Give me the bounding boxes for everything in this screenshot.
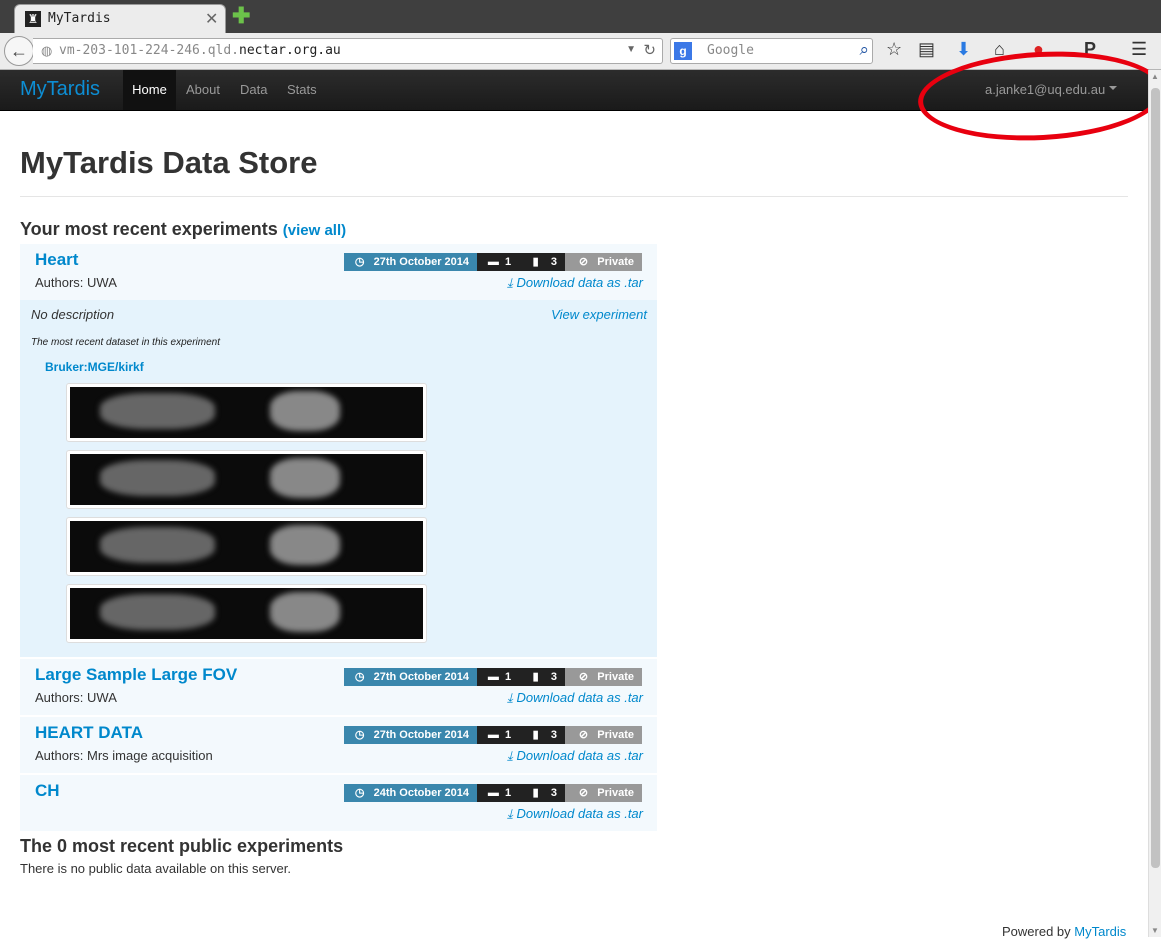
date-badge: ◷ 24th October 2014 bbox=[344, 784, 477, 802]
recent-experiments-heading: Your most recent experiments (view all) bbox=[20, 219, 347, 239]
menu-icon[interactable]: ☰ bbox=[1131, 39, 1147, 60]
divider bbox=[20, 196, 1128, 197]
download-tar-link[interactable]: ⤓ Download data as .tar bbox=[507, 690, 643, 706]
dataset-thumbnail[interactable] bbox=[66, 450, 427, 509]
experiment-item: Heart Authors: UWA ◷ 27th October 2014 ▬… bbox=[20, 244, 657, 300]
file-count-badge: ▮ 3 bbox=[522, 253, 565, 271]
globe-icon: ◍ bbox=[41, 43, 53, 58]
download-icon[interactable]: ⬇ bbox=[956, 39, 971, 60]
dataset-count-badge: ▬ 1 bbox=[477, 668, 522, 686]
dataset-count-badge: ▬ 1 bbox=[477, 253, 522, 271]
search-icon[interactable]: ⌕ bbox=[859, 40, 869, 60]
date-badge: ◷ 27th October 2014 bbox=[344, 253, 477, 271]
experiment-title[interactable]: HEART DATA bbox=[35, 723, 143, 743]
brand-logo[interactable]: MyTardis bbox=[20, 78, 100, 101]
dataset-thumbnail[interactable] bbox=[66, 584, 427, 643]
experiment-badges: ◷ 27th October 2014 ▬ 1 ▮ 3 ⊘ Private bbox=[344, 668, 642, 686]
dataset-count-badge: ▬ 1 bbox=[477, 784, 522, 802]
nav-stats[interactable]: Stats bbox=[287, 82, 317, 97]
experiment-item: CH ◷ 24th October 2014 ▬ 1 ▮ 3 ⊘ Private… bbox=[20, 775, 657, 831]
private-badge: ⊘ Private bbox=[565, 784, 642, 802]
tardis-favicon-icon: ♜ bbox=[25, 11, 41, 27]
experiment-authors: Authors: UWA bbox=[35, 690, 117, 705]
search-placeholder: Google bbox=[707, 43, 754, 58]
public-experiments-heading: The 0 most recent public experiments bbox=[20, 836, 344, 856]
scroll-down-icon[interactable]: ▼ bbox=[1151, 926, 1159, 935]
download-tar-link[interactable]: ⤓ Download data as .tar bbox=[507, 748, 643, 764]
bookmark-star-icon[interactable]: ☆ bbox=[886, 39, 902, 60]
scroll-up-icon[interactable]: ▲ bbox=[1151, 72, 1159, 81]
view-experiment-link[interactable]: View experiment bbox=[551, 307, 647, 322]
new-tab-icon[interactable]: ✚ bbox=[232, 3, 250, 29]
experiment-title[interactable]: Heart bbox=[35, 250, 78, 270]
reading-list-icon[interactable]: ▤ bbox=[918, 39, 935, 60]
back-button[interactable]: ← bbox=[4, 36, 34, 66]
reload-icon[interactable]: ↻ bbox=[643, 41, 656, 59]
experiment-authors: Authors: Mrs image acquisition bbox=[35, 748, 213, 763]
tab-title: MyTardis bbox=[48, 11, 111, 26]
scroll-thumb[interactable] bbox=[1151, 88, 1160, 868]
download-tar-link[interactable]: ⤓ Download data as .tar bbox=[507, 275, 643, 291]
experiment-item: HEART DATA Authors: Mrs image acquisitio… bbox=[20, 717, 657, 773]
experiment-title[interactable]: Large Sample Large FOV bbox=[35, 665, 237, 685]
close-tab-icon[interactable]: ✕ bbox=[205, 9, 218, 29]
dataset-count-badge: ▬ 1 bbox=[477, 726, 522, 744]
view-all-link[interactable]: (view all) bbox=[283, 222, 346, 239]
url-text: vm-203-101-224-246.qld.nectar.org.au bbox=[59, 43, 341, 58]
experiment-authors: Authors: UWA bbox=[35, 275, 117, 290]
private-badge: ⊘ Private bbox=[565, 726, 642, 744]
browser-tab-bar: ♜ MyTardis ✕ ✚ bbox=[0, 0, 1161, 33]
search-bar[interactable]: g Google ⌕ bbox=[670, 38, 873, 64]
public-experiments-text: There is no public data available on thi… bbox=[20, 861, 291, 876]
private-badge: ⊘ Private bbox=[565, 253, 642, 271]
nav-home[interactable]: Home bbox=[123, 70, 176, 110]
dataset-thumbnail[interactable] bbox=[66, 517, 427, 576]
private-badge: ⊘ Private bbox=[565, 668, 642, 686]
nav-data[interactable]: Data bbox=[240, 82, 267, 97]
dataset-thumbnail[interactable] bbox=[66, 383, 427, 442]
experiment-badges: ◷ 27th October 2014 ▬ 1 ▮ 3 ⊘ Private bbox=[344, 253, 642, 271]
description-text: No description bbox=[31, 307, 115, 322]
date-badge: ◷ 27th October 2014 bbox=[344, 726, 477, 744]
browser-tab[interactable]: ♜ MyTardis ✕ bbox=[14, 4, 226, 33]
experiment-title[interactable]: CH bbox=[35, 781, 60, 801]
date-badge: ◷ 27th October 2014 bbox=[344, 668, 477, 686]
recent-dataset-label: The most recent dataset in this experime… bbox=[31, 337, 220, 348]
google-icon[interactable]: g bbox=[674, 42, 692, 60]
experiment-item: Large Sample Large FOV Authors: UWA ◷ 27… bbox=[20, 659, 657, 715]
experiment-badges: ◷ 27th October 2014 ▬ 1 ▮ 3 ⊘ Private bbox=[344, 726, 642, 744]
scrollbar[interactable]: ▲ ▼ bbox=[1148, 70, 1161, 937]
download-tar-link[interactable]: ⤓ Download data as .tar bbox=[507, 806, 643, 822]
file-count-badge: ▮ 3 bbox=[522, 726, 565, 744]
experiment-badges: ◷ 24th October 2014 ▬ 1 ▮ 3 ⊘ Private bbox=[344, 784, 642, 802]
url-bar[interactable]: ◍ vm-203-101-224-246.qld.nectar.org.au ▼… bbox=[33, 38, 663, 64]
experiment-detail-panel: No description View experiment The most … bbox=[20, 300, 657, 657]
file-count-badge: ▮ 3 bbox=[522, 784, 565, 802]
page-title: MyTardis Data Store bbox=[20, 145, 318, 180]
dataset-link[interactable]: Bruker:MGE/kirkf bbox=[45, 360, 144, 374]
nav-about[interactable]: About bbox=[186, 82, 220, 97]
file-count-badge: ▮ 3 bbox=[522, 668, 565, 686]
url-dropdown-icon[interactable]: ▼ bbox=[626, 44, 636, 55]
